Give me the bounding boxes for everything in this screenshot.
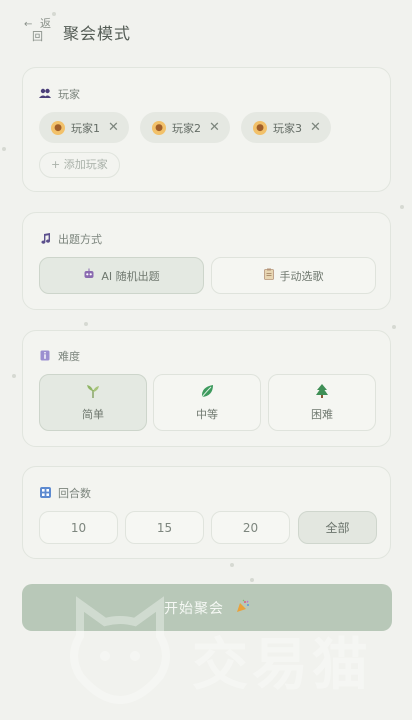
difficulty-easy-option[interactable]: 简单 bbox=[39, 374, 147, 431]
start-party-label: 开始聚会 bbox=[164, 600, 224, 617]
decor-dot bbox=[392, 325, 396, 329]
decor-dot bbox=[12, 374, 16, 378]
difficulty-title-text: 难度 bbox=[58, 350, 80, 363]
player-avatar-icon: ● bbox=[253, 120, 267, 135]
decor-dot bbox=[230, 563, 234, 567]
players-section-title: 玩家 bbox=[39, 86, 80, 102]
decor-dot bbox=[2, 147, 6, 151]
difficulty-hard-label: 困难 bbox=[311, 408, 333, 421]
player-name: 玩家3 bbox=[273, 121, 302, 135]
difficulty-hard-option[interactable]: 困难 bbox=[268, 374, 376, 431]
page-title: 聚会模式 bbox=[63, 24, 132, 43]
party-popper-icon bbox=[236, 599, 250, 617]
rounds-option-10[interactable]: 10 bbox=[39, 511, 118, 544]
sprout-icon bbox=[85, 383, 101, 403]
tree-icon bbox=[315, 383, 329, 403]
header: ← 返 回 聚会模式 bbox=[0, 0, 412, 60]
question-mode-card: 出题方式 AI 随机出题 手动选歌 bbox=[22, 212, 391, 310]
robot-icon bbox=[83, 268, 95, 283]
rounds-title-text: 回合数 bbox=[58, 487, 91, 500]
manual-select-label: 手动选歌 bbox=[279, 269, 324, 283]
player-chip[interactable]: ● 玩家1 ✕ bbox=[39, 112, 129, 143]
player-chip[interactable]: ● 玩家2 ✕ bbox=[140, 112, 230, 143]
music-note-icon bbox=[39, 233, 51, 245]
difficulty-easy-label: 简单 bbox=[82, 408, 104, 421]
decor-dot bbox=[250, 578, 254, 582]
watermark-text: 交易猫 bbox=[192, 633, 372, 698]
people-icon bbox=[39, 88, 51, 100]
add-player-button[interactable]: + 添加玩家 bbox=[39, 152, 120, 178]
decor-dot bbox=[84, 322, 88, 326]
back-label-top: 返 bbox=[40, 17, 51, 30]
remove-player-icon[interactable]: ✕ bbox=[108, 120, 119, 135]
difficulty-card: 难度 简单 中等 困难 bbox=[22, 330, 391, 447]
manual-select-option[interactable]: 手动选歌 bbox=[211, 257, 376, 294]
player-name: 玩家2 bbox=[172, 121, 201, 135]
player-avatar-icon: ● bbox=[152, 120, 166, 135]
ai-random-label: AI 随机出题 bbox=[101, 269, 160, 283]
back-button[interactable]: ← 返 回 bbox=[24, 16, 52, 44]
remove-player-icon[interactable]: ✕ bbox=[310, 120, 321, 135]
player-chip[interactable]: ● 玩家3 ✕ bbox=[241, 112, 331, 143]
question-mode-section-title: 出题方式 bbox=[39, 231, 102, 247]
question-mode-title-text: 出题方式 bbox=[58, 233, 102, 246]
players-card: 玩家 ● 玩家1 ✕ ● 玩家2 ✕ ● 玩家3 ✕ + 添加玩家 bbox=[22, 67, 391, 192]
rounds-option-20[interactable]: 20 bbox=[211, 511, 290, 544]
players-title-text: 玩家 bbox=[58, 88, 80, 101]
clipboard-icon bbox=[263, 268, 274, 283]
info-icon bbox=[39, 350, 51, 362]
rounds-option-all[interactable]: 全部 bbox=[298, 511, 377, 544]
ai-random-option[interactable]: AI 随机出题 bbox=[39, 257, 204, 294]
leaf-icon bbox=[199, 383, 215, 403]
rounds-section-title: 回合数 bbox=[39, 485, 91, 501]
player-avatar-icon: ● bbox=[51, 120, 65, 135]
rounds-card: 回合数 10 15 20 全部 bbox=[22, 466, 391, 559]
decor-dot bbox=[400, 205, 404, 209]
difficulty-medium-label: 中等 bbox=[196, 408, 218, 421]
player-name: 玩家1 bbox=[71, 121, 100, 135]
start-party-button[interactable]: 开始聚会 bbox=[22, 584, 392, 631]
difficulty-section-title: 难度 bbox=[39, 348, 80, 364]
grid-icon bbox=[39, 487, 51, 499]
remove-player-icon[interactable]: ✕ bbox=[209, 120, 220, 135]
difficulty-medium-option[interactable]: 中等 bbox=[153, 374, 261, 431]
rounds-option-15[interactable]: 15 bbox=[125, 511, 204, 544]
back-label-bottom: 回 bbox=[32, 30, 43, 43]
